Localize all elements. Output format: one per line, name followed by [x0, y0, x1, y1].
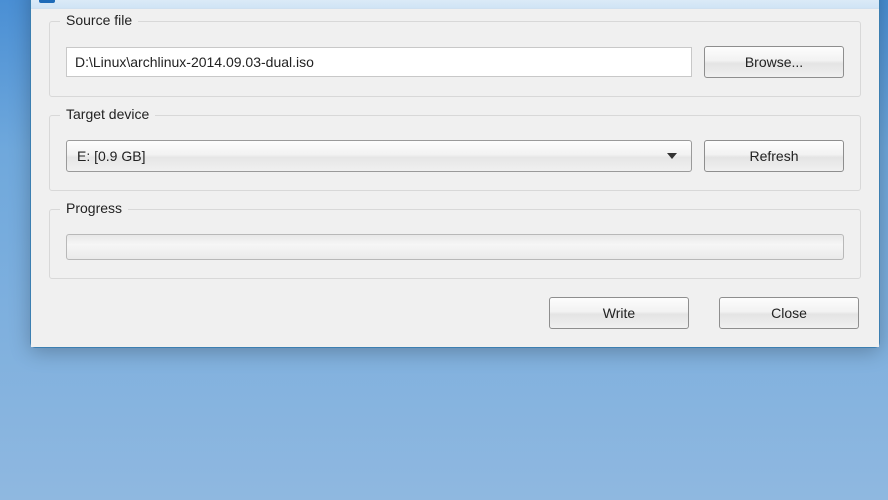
- write-button[interactable]: Write: [549, 297, 689, 329]
- source-file-label: Source file: [60, 12, 138, 28]
- progress-group: Progress: [49, 209, 861, 279]
- client-area: Source file Browse... Target device E: […: [31, 9, 879, 347]
- target-device-selected: E: [0.9 GB]: [77, 148, 667, 164]
- target-device-group: Target device E: [0.9 GB] Refresh: [49, 115, 861, 191]
- window-title: USBWriter: [61, 0, 127, 3]
- target-device-label: Target device: [60, 106, 155, 122]
- target-device-combo[interactable]: E: [0.9 GB]: [66, 140, 692, 172]
- progress-label: Progress: [60, 200, 128, 216]
- browse-button[interactable]: Browse...: [704, 46, 844, 78]
- source-file-group: Source file Browse...: [49, 21, 861, 97]
- chevron-down-icon: [667, 153, 677, 159]
- refresh-button[interactable]: Refresh: [704, 140, 844, 172]
- app-window: U USBWriter Source file Browse... Target…: [30, 0, 880, 348]
- source-file-input[interactable]: [66, 47, 692, 77]
- titlebar[interactable]: U USBWriter: [31, 0, 879, 9]
- progress-bar: [66, 234, 844, 260]
- app-icon: U: [39, 0, 55, 3]
- dialog-button-row: Write Close: [49, 297, 861, 329]
- close-button[interactable]: Close: [719, 297, 859, 329]
